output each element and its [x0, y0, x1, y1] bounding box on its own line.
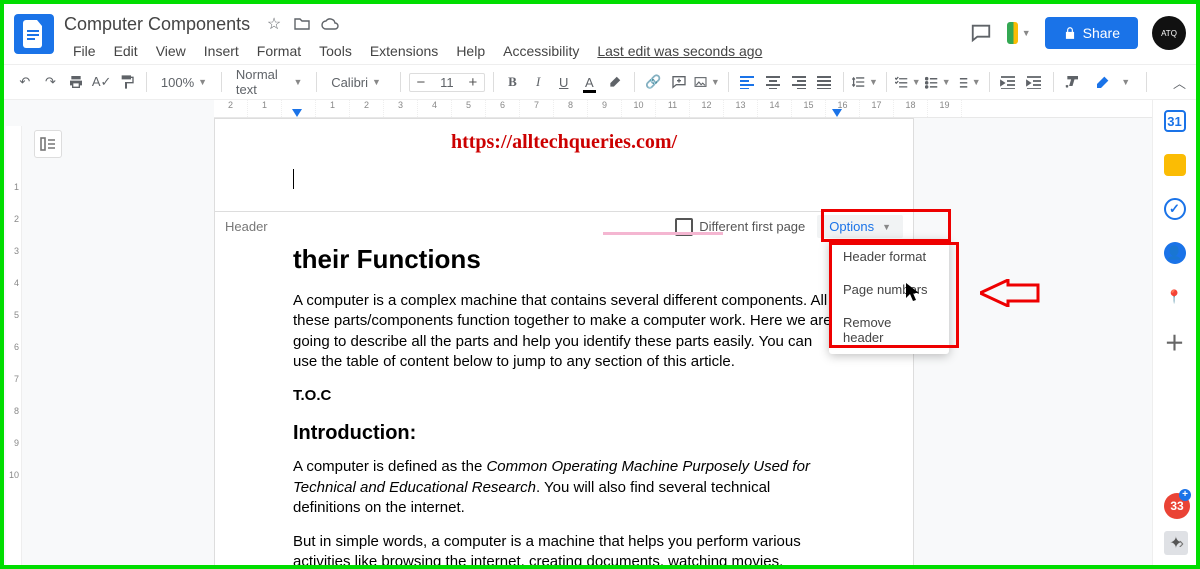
- align-justify-icon[interactable]: [813, 69, 835, 95]
- insert-link-icon[interactable]: 🔗: [643, 69, 665, 95]
- checklist-icon[interactable]: ▼: [895, 69, 921, 95]
- font-size-value[interactable]: 11: [432, 75, 462, 90]
- bold-button[interactable]: B: [502, 69, 524, 95]
- font-size-plus[interactable]: +: [462, 74, 484, 91]
- explore-button-icon[interactable]: ✦: [1164, 531, 1188, 555]
- menu-item-remove-header[interactable]: Remove header: [829, 306, 949, 354]
- spellcheck-icon[interactable]: A✓: [91, 69, 113, 95]
- last-edit-link[interactable]: Last edit was seconds ago: [588, 40, 771, 62]
- header-label: Header: [225, 219, 268, 234]
- notification-badge[interactable]: 33: [1164, 493, 1190, 519]
- header-options-menu: Header format Page numbers Remove header: [829, 240, 949, 354]
- header-editing-bar: Header Different first page Options▼: [215, 211, 913, 241]
- redo-icon[interactable]: ↷: [40, 69, 62, 95]
- account-avatar[interactable]: ATQ: [1152, 16, 1186, 50]
- zoom-dropdown[interactable]: 100%▼: [155, 69, 213, 95]
- heading1: their Functions: [293, 242, 835, 277]
- share-button[interactable]: Share: [1045, 17, 1138, 49]
- menu-edit[interactable]: Edit: [105, 40, 147, 62]
- font-size-minus[interactable]: −: [410, 74, 432, 91]
- document-page[interactable]: https://alltechqueries.com/ Header Diffe…: [214, 118, 914, 565]
- print-icon[interactable]: [65, 69, 87, 95]
- document-body[interactable]: their Functions A computer is a complex …: [293, 242, 835, 565]
- editing-mode-dropdown[interactable]: ▼: [1087, 74, 1138, 90]
- text-color-button[interactable]: A: [579, 69, 601, 95]
- side-panel-rail: 31 ✓ 👤 📍 ＋ 33 ✦ ›: [1152, 100, 1196, 565]
- cloud-status-icon[interactable]: [321, 15, 339, 33]
- menu-help[interactable]: Help: [447, 40, 494, 62]
- menu-tools[interactable]: Tools: [310, 40, 361, 62]
- workspace: 12345678910 2112345678910111213141516171…: [4, 100, 1152, 565]
- font-size-control: − 11 +: [409, 73, 485, 92]
- meet-icon[interactable]: ▼: [1007, 21, 1031, 45]
- vertical-ruler: 12345678910: [6, 126, 22, 565]
- insert-comment-icon[interactable]: [668, 69, 690, 95]
- document-outline-icon[interactable]: [34, 130, 62, 158]
- hide-side-panel-icon[interactable]: ›: [1179, 535, 1184, 553]
- menu-view[interactable]: View: [147, 40, 195, 62]
- menu-bar: File Edit View Insert Format Tools Exten…: [64, 40, 969, 62]
- highlight-color-button[interactable]: [604, 69, 626, 95]
- clear-formatting-icon[interactable]: [1062, 69, 1084, 95]
- insert-image-icon[interactable]: ▼: [694, 69, 720, 95]
- star-icon[interactable]: ☆: [265, 15, 283, 33]
- annotation-arrow-icon: [980, 279, 1040, 307]
- paragraph: A computer is a complex machine that con…: [293, 291, 835, 372]
- menu-item-page-numbers[interactable]: Page numbers: [829, 273, 949, 306]
- collapse-toolbar-icon[interactable]: ︿: [1173, 73, 1186, 92]
- font-family-dropdown[interactable]: Calibri▼: [325, 69, 392, 95]
- docs-logo-icon[interactable]: [14, 14, 54, 54]
- horizontal-ruler[interactable]: 2112345678910111213141516171819: [214, 100, 1152, 118]
- title-bar: Computer Components ☆ File Edit View Ins…: [4, 4, 1196, 64]
- align-right-icon[interactable]: [788, 69, 810, 95]
- comments-icon[interactable]: [969, 21, 993, 45]
- line-spacing-icon[interactable]: ▼: [852, 69, 878, 95]
- numbered-list-icon[interactable]: ▼: [955, 69, 981, 95]
- header-options-button[interactable]: Options▼: [817, 215, 903, 238]
- paragraph: But in simple words, a computer is a mac…: [293, 532, 835, 565]
- align-center-icon[interactable]: [762, 69, 784, 95]
- menu-format[interactable]: Format: [248, 40, 310, 62]
- menu-insert[interactable]: Insert: [195, 40, 248, 62]
- watermark-text: https://alltechqueries.com/: [215, 119, 913, 154]
- italic-button[interactable]: I: [527, 69, 549, 95]
- maps-icon[interactable]: 📍: [1164, 286, 1186, 308]
- add-on-plus-icon[interactable]: ＋: [1164, 330, 1186, 352]
- move-folder-icon[interactable]: [293, 15, 311, 33]
- bulleted-list-icon[interactable]: ▼: [925, 69, 951, 95]
- align-left-icon[interactable]: [737, 69, 759, 95]
- tasks-icon[interactable]: ✓: [1164, 198, 1186, 220]
- menu-extensions[interactable]: Extensions: [361, 40, 447, 62]
- indent-decrease-icon[interactable]: [998, 69, 1020, 95]
- menu-accessibility[interactable]: Accessibility: [494, 40, 588, 62]
- contacts-icon[interactable]: 👤: [1164, 242, 1186, 264]
- menu-file[interactable]: File: [64, 40, 105, 62]
- doc-title[interactable]: Computer Components: [64, 14, 260, 35]
- paint-format-icon[interactable]: [116, 69, 138, 95]
- heading2: Introduction:: [293, 420, 835, 447]
- calendar-icon[interactable]: 31: [1164, 110, 1186, 132]
- toc-label: T.O.C: [293, 386, 835, 406]
- underline-button[interactable]: U: [553, 69, 575, 95]
- share-label: Share: [1083, 25, 1120, 41]
- right-margin-marker-icon[interactable]: [832, 109, 842, 117]
- formatting-toolbar: ↶ ↷ A✓ 100%▼ Normal text▼ Calibri▼ − 11 …: [4, 64, 1196, 100]
- keep-icon[interactable]: [1164, 154, 1186, 176]
- text-cursor: [293, 169, 294, 189]
- paragraph-style-dropdown[interactable]: Normal text▼: [230, 69, 308, 95]
- left-margin-marker-icon[interactable]: [292, 109, 302, 117]
- indent-increase-icon[interactable]: [1023, 69, 1045, 95]
- undo-icon[interactable]: ↶: [14, 69, 36, 95]
- paragraph: A computer is defined as the Common Oper…: [293, 457, 835, 518]
- menu-item-header-format[interactable]: Header format: [829, 240, 949, 273]
